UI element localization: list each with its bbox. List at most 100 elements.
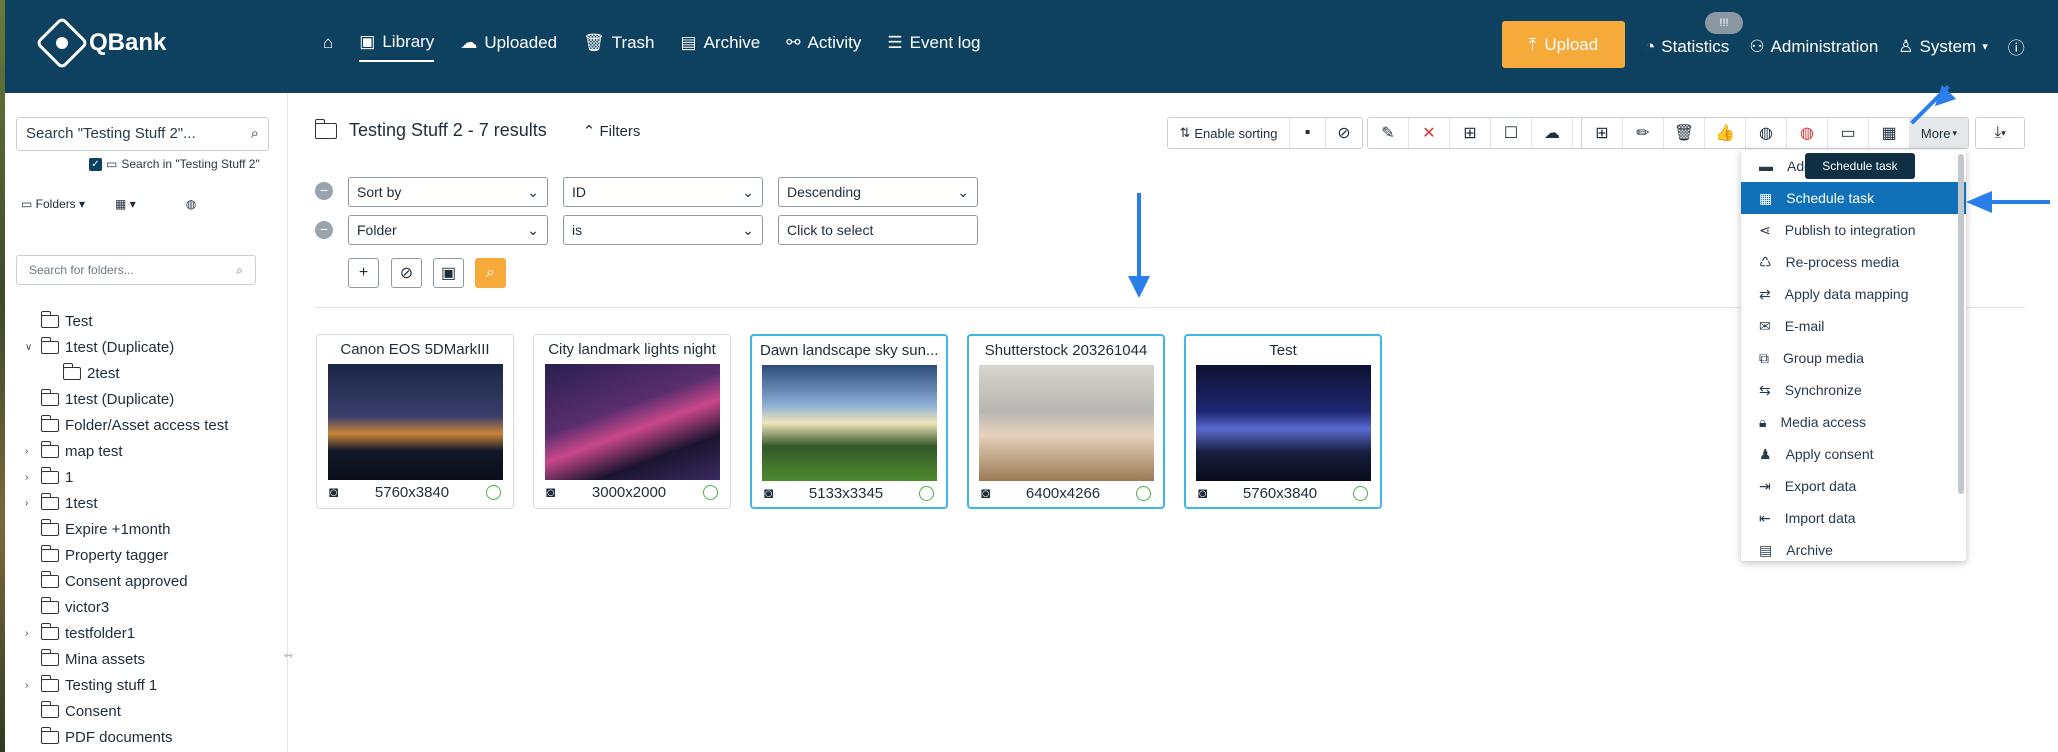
- save-icon[interactable]: ▪: [1290, 118, 1326, 148]
- download-button[interactable]: ⤓ ▾: [1976, 118, 2024, 148]
- nav-activity[interactable]: ⚯ Activity: [786, 32, 861, 62]
- menu-item-email[interactable]: ✉ E-mail: [1741, 310, 1966, 342]
- media-card-selected[interactable]: Dawn landscape sky sun... ◙ 5133x3345: [750, 334, 948, 509]
- nav-system[interactable]: ♙ System ▾: [1898, 37, 1987, 57]
- chevron-right-icon[interactable]: ›: [25, 498, 35, 509]
- chevron-right-icon[interactable]: ›: [25, 680, 35, 691]
- tree-item[interactable]: Mina assets: [25, 646, 228, 672]
- media-card-selected[interactable]: Shutterstock 203261044 ◙ 6400x4266: [967, 334, 1165, 509]
- globe-icon[interactable]: ◍: [1746, 118, 1787, 148]
- menu-item-apply-consent[interactable]: ♟ Apply consent: [1741, 438, 1966, 470]
- menu-item-data-mapping[interactable]: ⇄ Apply data mapping: [1741, 278, 1966, 310]
- media-card[interactable]: City landmark lights night ◙ 3000x2000: [533, 334, 731, 509]
- menu-item-archive[interactable]: ▤ Archive: [1741, 534, 1966, 561]
- card-title: Test: [1269, 342, 1297, 359]
- tree-item[interactable]: › Testing stuff 1: [25, 672, 228, 698]
- delete-icon[interactable]: ✕: [1409, 118, 1450, 148]
- sidebar-resize-handle[interactable]: ⇿: [284, 649, 293, 662]
- menu-item-media-access[interactable]: 🔒︎ Media access: [1741, 406, 1966, 438]
- pencil-icon[interactable]: ✏: [1623, 118, 1664, 148]
- edit-icon[interactable]: ✎: [1368, 118, 1409, 148]
- more-button[interactable]: More ▾: [1910, 118, 1968, 148]
- tree-item[interactable]: › 1: [25, 464, 228, 490]
- chevron-right-icon[interactable]: ›: [25, 628, 35, 639]
- tree-item[interactable]: ∨ 1test (Duplicate): [25, 334, 228, 360]
- help-button[interactable]: ⓘ: [2008, 34, 2025, 59]
- layout-icon[interactable]: ▦: [1869, 118, 1910, 148]
- tree-item[interactable]: Property tagger: [25, 542, 228, 568]
- remove-sort-button[interactable]: −: [315, 182, 333, 200]
- grid-icon[interactable]: ⊞: [1582, 118, 1623, 148]
- folders-dropdown[interactable]: ▭ Folders ▾: [21, 197, 85, 211]
- thumbs-up-icon[interactable]: 👍: [1705, 118, 1746, 148]
- tree-item[interactable]: victor3: [25, 594, 228, 620]
- chevron-down-icon[interactable]: ∨: [25, 342, 35, 353]
- add-filter-button[interactable]: +: [348, 258, 379, 288]
- nav-uploaded[interactable]: ☁ Uploaded: [460, 32, 557, 62]
- menu-item-group-media[interactable]: ⧉ Group media: [1741, 342, 1966, 374]
- globe-off-icon[interactable]: ◍: [1787, 118, 1828, 148]
- media-card[interactable]: Canon EOS 5DMarkIII ◙ 5760x3840: [316, 334, 514, 509]
- search-button[interactable]: ⌕: [475, 258, 506, 288]
- menu-item-publish[interactable]: ⋖ Publish to integration: [1741, 214, 1966, 246]
- clear-filter-button[interactable]: ⊘: [391, 258, 422, 288]
- tree-item[interactable]: Folder/Asset access test: [25, 412, 228, 438]
- folder-search-input[interactable]: Search for folders... ⌕: [16, 255, 256, 285]
- menu-item-export-data[interactable]: ⇥ Export data: [1741, 470, 1966, 502]
- folders-label: Folders: [35, 197, 76, 211]
- sort-order-select[interactable]: Descending ⌄: [778, 177, 978, 207]
- chevron-right-icon[interactable]: ›: [25, 446, 35, 457]
- filters-toggle[interactable]: ⌃ Filters: [583, 122, 641, 140]
- cloud-icon[interactable]: ☁: [1532, 118, 1573, 148]
- tree-item[interactable]: Test: [25, 308, 228, 334]
- nav-event-log[interactable]: ☰ Event log: [887, 32, 980, 62]
- more-label: More: [1920, 125, 1951, 141]
- view-dropdown[interactable]: ▦ ▾: [115, 197, 136, 211]
- menu-item-reprocess[interactable]: ♺ Re-process media: [1741, 246, 1966, 278]
- tree-item[interactable]: 2test: [25, 360, 228, 386]
- hierarchy-icon[interactable]: ⊞: [1450, 118, 1491, 148]
- sort-field-select[interactable]: Sort by ⌄: [348, 177, 548, 207]
- menu-scrollbar[interactable]: [1958, 154, 1964, 494]
- search-in-checkbox[interactable]: ✓ ▭ Search in "Testing Stuff 2": [89, 157, 260, 171]
- folder-icon[interactable]: ▭: [1828, 118, 1869, 148]
- tree-item[interactable]: Expire +1month: [25, 516, 228, 542]
- tree-item[interactable]: › map test: [25, 438, 228, 464]
- nav-archive[interactable]: ▤ Archive: [681, 32, 761, 62]
- remove-filter-button[interactable]: −: [315, 221, 333, 239]
- menu-item-import-data[interactable]: ⇤ Import data: [1741, 502, 1966, 534]
- globe-icon[interactable]: ◍: [186, 197, 196, 211]
- enable-sorting-button[interactable]: ⇅ Enable sorting: [1168, 118, 1290, 148]
- card-title: Shutterstock 203261044: [984, 342, 1148, 359]
- chevron-down-icon: ▾: [1982, 41, 1988, 53]
- trash-icon[interactable]: 🗑: [1664, 118, 1705, 148]
- tree-item[interactable]: Consent: [25, 698, 228, 724]
- upload-button[interactable]: ⤒ Upload: [1502, 21, 1625, 68]
- menu-item-schedule-task[interactable]: ▦ Schedule task: [1741, 182, 1966, 214]
- tree-item[interactable]: › 1test: [25, 490, 228, 516]
- tree-item[interactable]: Consent approved: [25, 568, 228, 594]
- tree-label: PDF documents: [65, 728, 173, 746]
- logo[interactable]: QBank: [35, 16, 166, 70]
- save-filter-button[interactable]: ▣: [433, 258, 464, 288]
- notification-badge[interactable]: !!!: [1705, 12, 1743, 34]
- sort-value-select[interactable]: ID ⌄: [563, 177, 763, 207]
- filter-operator-select[interactable]: is ⌄: [563, 215, 763, 245]
- tree-item[interactable]: › testfolder1: [25, 620, 228, 646]
- nav-home[interactable]: ⌂: [323, 32, 333, 62]
- nav-statistics[interactable]: ◔ Statistics: [1645, 37, 1729, 57]
- tree-item[interactable]: PDF documents: [25, 724, 228, 750]
- search-input[interactable]: Search "Testing Stuff 2"... ⌕: [16, 117, 269, 151]
- menu-item-synchronize[interactable]: ⇆ Synchronize: [1741, 374, 1966, 406]
- tree-item[interactable]: 1test (Duplicate): [25, 386, 228, 412]
- media-card-selected[interactable]: Test ◙ 5760x3840: [1184, 334, 1382, 509]
- sort-icon: ⇅: [1179, 125, 1191, 140]
- checkbox-empty-icon[interactable]: ☐: [1491, 118, 1532, 148]
- nav-library[interactable]: ▣ Library: [359, 32, 435, 62]
- nav-trash[interactable]: 🗑 Trash: [583, 32, 654, 62]
- nav-administration[interactable]: ⚇ Administration: [1749, 37, 1878, 57]
- block-icon[interactable]: ⊘: [1326, 118, 1362, 148]
- filter-value-input[interactable]: Click to select: [778, 215, 978, 245]
- chevron-right-icon[interactable]: ›: [25, 472, 35, 483]
- filter-field-select[interactable]: Folder ⌄: [348, 215, 548, 245]
